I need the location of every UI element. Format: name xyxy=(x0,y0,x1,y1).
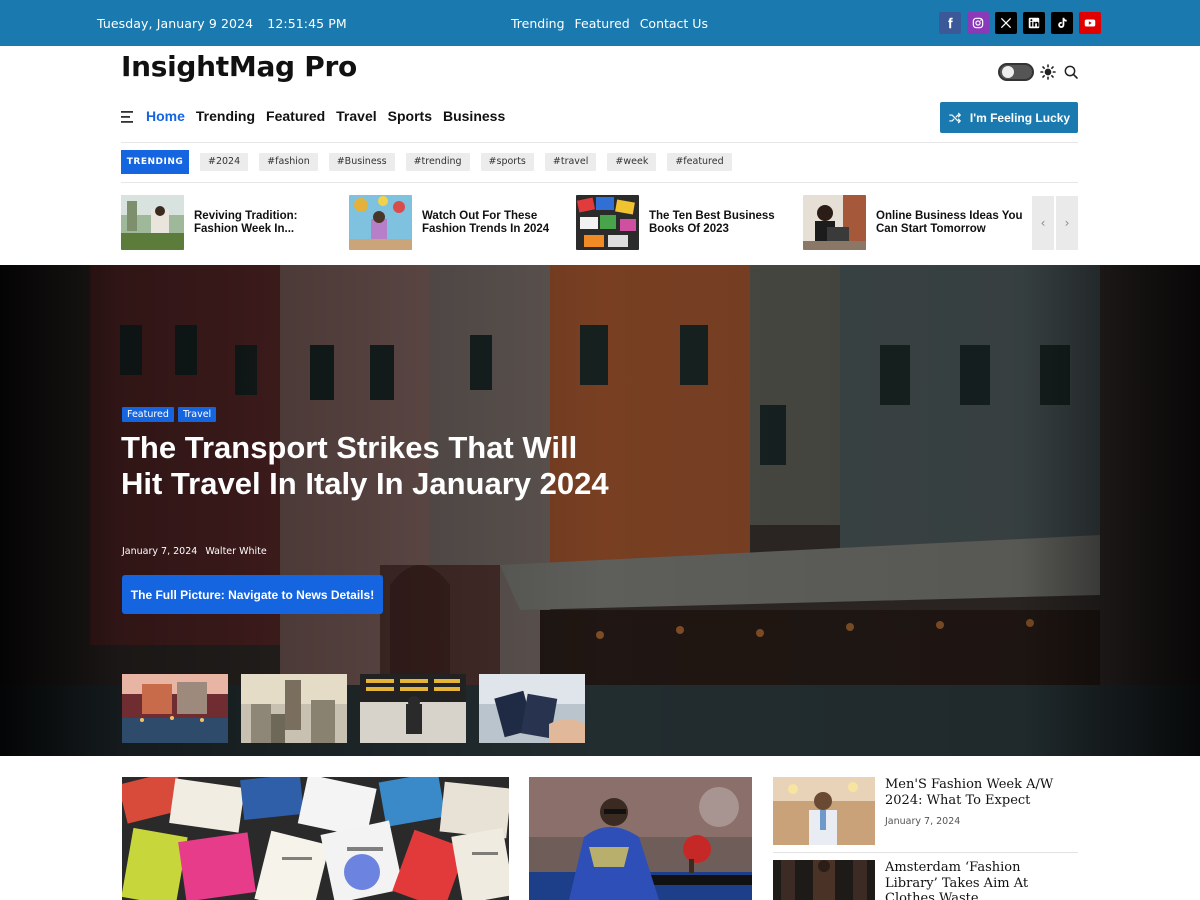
hero-thumbnails xyxy=(122,674,585,743)
tag-featured[interactable]: #featured xyxy=(667,153,732,171)
x-icon[interactable] xyxy=(995,12,1017,34)
category-badge[interactable]: Travel xyxy=(177,407,217,422)
featured-card-image[interactable] xyxy=(122,777,509,900)
toggle-knob xyxy=(1002,66,1014,78)
shuffle-icon xyxy=(949,112,961,123)
side-post[interactable]: Men'S Fashion Week A/W 2024: What To Exp… xyxy=(773,777,1075,845)
divider xyxy=(121,142,1078,143)
divider xyxy=(773,852,1078,853)
top-bar: Tuesday, January 9 2024 12:51:45 PM Tren… xyxy=(0,0,1200,46)
next-arrow-icon[interactable]: › xyxy=(1056,196,1078,250)
sun-icon[interactable] xyxy=(1040,64,1056,80)
ticker-thumbnail[interactable] xyxy=(349,195,412,250)
trending-label: TRENDING xyxy=(121,150,189,174)
side-post[interactable]: Amsterdam ‘Fashion Library’ Takes Aim At… xyxy=(773,860,1075,900)
feeling-lucky-label: I'm Feeling Lucky xyxy=(969,110,1071,125)
trending-tags: #2024 #fashion #Business #trending #spor… xyxy=(200,153,732,171)
side-post-thumbnail[interactable] xyxy=(773,860,875,900)
side-post-title[interactable]: Amsterdam ‘Fashion Library’ Takes Aim At… xyxy=(885,860,1075,900)
search-icon[interactable] xyxy=(1063,64,1079,80)
linkedin-icon[interactable] xyxy=(1023,12,1045,34)
current-date: Tuesday, January 9 2024 xyxy=(97,16,254,31)
ticker-title[interactable]: Reviving Tradition: Fashion Week In... xyxy=(194,210,344,236)
date-time: Tuesday, January 9 2024 12:51:45 PM xyxy=(97,16,357,31)
ticker-item[interactable]: Reviving Tradition: Fashion Week In... xyxy=(121,195,344,250)
site-logo[interactable]: InsightMag Pro xyxy=(121,50,357,83)
ticker-arrows: ‹ › xyxy=(1032,196,1078,250)
ticker-thumbnail[interactable] xyxy=(803,195,866,250)
side-post-text: Men'S Fashion Week A/W 2024: What To Exp… xyxy=(885,777,1075,845)
side-post-title[interactable]: Men'S Fashion Week A/W 2024: What To Exp… xyxy=(885,777,1075,808)
nav-sports[interactable]: Sports xyxy=(388,108,432,124)
main-nav: Home Trending Featured Travel Sports Bus… xyxy=(121,108,516,124)
ticker-item[interactable]: Online Business Ideas You Can Start Tomo… xyxy=(803,195,1026,250)
post-ticker: Reviving Tradition: Fashion Week In... W… xyxy=(121,195,1031,251)
nav-featured[interactable]: Featured xyxy=(266,108,325,124)
read-more-button[interactable]: The Full Picture: Navigate to News Detai… xyxy=(122,575,383,614)
hero-date: January 7, 2024 xyxy=(122,546,198,557)
hero-author[interactable]: Walter White xyxy=(205,546,266,557)
hero-meta: January 7, 2024 Walter White xyxy=(122,546,272,557)
youtube-icon[interactable] xyxy=(1079,12,1101,34)
hero-categories: Featured Travel xyxy=(122,407,217,422)
prev-arrow-icon[interactable]: ‹ xyxy=(1032,196,1054,250)
nav-trending[interactable]: Trending xyxy=(196,108,255,124)
tag-travel[interactable]: #travel xyxy=(544,153,597,171)
side-post-date: January 7, 2024 xyxy=(885,816,961,827)
tiktok-icon[interactable] xyxy=(1051,12,1073,34)
feeling-lucky-button[interactable]: I'm Feeling Lucky xyxy=(940,102,1078,133)
toplink-contact-us[interactable]: Contact Us xyxy=(640,16,708,31)
ticker-title[interactable]: The Ten Best Business Books Of 2023 xyxy=(649,210,799,236)
social-links xyxy=(939,12,1101,34)
sports-card-image[interactable] xyxy=(529,777,752,900)
ticker-item[interactable]: Watch Out For These Fashion Trends In 20… xyxy=(349,195,572,250)
divider xyxy=(121,182,1078,183)
hero-thumbnail[interactable] xyxy=(479,674,585,743)
hero-thumbnail[interactable] xyxy=(360,674,466,743)
nav-travel[interactable]: Travel xyxy=(336,108,376,124)
hero-thumbnail[interactable] xyxy=(122,674,228,743)
tag-week[interactable]: #week xyxy=(607,153,657,171)
hero-slider: Featured Travel The Transport Strikes Th… xyxy=(0,265,1200,756)
nav-home[interactable]: Home xyxy=(146,108,185,124)
side-post-thumbnail[interactable] xyxy=(773,777,875,845)
current-time: 12:51:45 PM xyxy=(267,16,347,31)
toplink-trending[interactable]: Trending xyxy=(511,16,565,31)
category-badge[interactable]: Featured xyxy=(122,407,174,422)
hero-thumbnail[interactable] xyxy=(241,674,347,743)
instagram-icon[interactable] xyxy=(967,12,989,34)
ticker-thumbnail[interactable] xyxy=(576,195,639,250)
ticker-item[interactable]: The Ten Best Business Books Of 2023 xyxy=(576,195,799,250)
tag-2024[interactable]: #2024 xyxy=(200,153,249,171)
toplink-featured[interactable]: Featured xyxy=(575,16,630,31)
dark-mode-toggle[interactable] xyxy=(998,63,1034,81)
tag-fashion[interactable]: #fashion xyxy=(259,153,318,171)
tag-business[interactable]: #Business xyxy=(328,153,395,171)
facebook-icon[interactable] xyxy=(939,12,961,34)
ticker-title[interactable]: Online Business Ideas You Can Start Tomo… xyxy=(876,210,1026,236)
ticker-title[interactable]: Watch Out For These Fashion Trends In 20… xyxy=(422,210,572,236)
tag-trending[interactable]: #trending xyxy=(405,153,470,171)
top-links: Trending Featured Contact Us xyxy=(511,16,714,31)
ticker-thumbnail[interactable] xyxy=(121,195,184,250)
menu-icon[interactable] xyxy=(121,110,135,124)
nav-business[interactable]: Business xyxy=(443,108,505,124)
tag-sports[interactable]: #sports xyxy=(480,153,534,171)
side-post-text: Amsterdam ‘Fashion Library’ Takes Aim At… xyxy=(885,860,1075,900)
hero-title[interactable]: The Transport Strikes That Will Hit Trav… xyxy=(121,430,621,502)
